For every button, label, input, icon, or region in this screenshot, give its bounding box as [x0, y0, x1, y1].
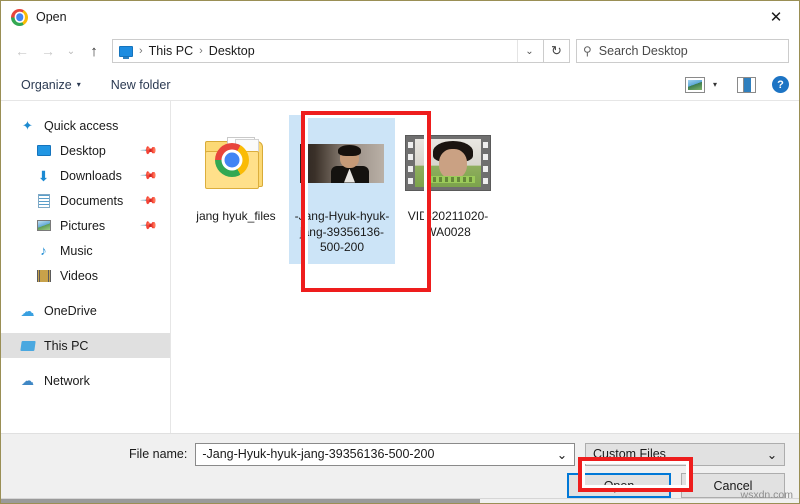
video-icon — [35, 270, 52, 282]
sidebar-item-label: Pictures — [60, 219, 105, 233]
command-bar-right: ▾ ? — [685, 76, 789, 94]
network-icon: ☁ — [19, 374, 36, 387]
sidebar-item-this-pc[interactable]: This PC — [1, 333, 170, 358]
star-icon: ✦ — [19, 119, 36, 132]
search-icon: ⚲ — [583, 44, 592, 58]
file-name-row: File name: -Jang-Hyuk-hyuk-jang-39356136… — [15, 434, 785, 468]
forward-button[interactable]: → — [35, 38, 61, 64]
sidebar-item-label: Quick access — [44, 119, 118, 133]
sidebar-item-network[interactable]: ☁ Network — [1, 368, 170, 393]
sidebar-item-documents[interactable]: Documents 📌 — [1, 188, 170, 213]
sidebar-item-label: OneDrive — [44, 304, 97, 318]
address-bar[interactable]: › This PC › Desktop ⌄ — [112, 39, 544, 63]
download-icon: ⬇ — [35, 169, 52, 183]
file-name-label: VID-20211020-WA0028 — [399, 209, 497, 240]
file-list[interactable]: jang hyuk_files -Jang-Hyuk-hyuk-jang-393… — [171, 101, 799, 433]
new-folder-button[interactable]: New folder — [107, 76, 175, 94]
chrome-icon — [11, 9, 28, 26]
recent-locations-button[interactable]: ⌄ — [61, 38, 81, 64]
sidebar-item-desktop[interactable]: Desktop 📌 — [1, 138, 170, 163]
pin-icon[interactable]: 📌 — [140, 191, 159, 210]
file-name-label: -Jang-Hyuk-hyuk-jang-39356136-500-200 — [293, 209, 391, 256]
file-name-label: jang hyuk_files — [196, 209, 275, 225]
pc-icon — [19, 341, 36, 351]
title-bar: Open ✕ — [1, 1, 799, 33]
back-button[interactable]: ← — [9, 38, 35, 64]
video-thumbnail — [399, 121, 497, 205]
photo-preview-icon — [300, 144, 384, 183]
file-name-value: -Jang-Hyuk-hyuk-jang-39356136-500-200 — [202, 447, 434, 461]
image-thumbnail — [293, 121, 391, 205]
open-file-dialog: Open ✕ ← → ⌄ ↑ › This PC › Desktop ⌄ ↻ ⚲… — [0, 0, 800, 504]
sidebar-item-downloads[interactable]: ⬇ Downloads 📌 — [1, 163, 170, 188]
sidebar-item-label: Network — [44, 374, 90, 388]
new-folder-label: New folder — [111, 78, 171, 92]
list-item[interactable]: jang hyuk_files — [183, 115, 289, 233]
sidebar-item-label: Music — [60, 244, 93, 258]
scrollbar-thumb[interactable] — [1, 499, 480, 503]
file-name-label-text: File name: — [129, 447, 187, 461]
pin-icon[interactable]: 📌 — [140, 216, 159, 235]
breadcrumb-separator: › — [193, 45, 209, 57]
up-button[interactable]: ↑ — [81, 38, 107, 64]
breadcrumb-item-desktop[interactable]: Desktop — [209, 44, 255, 58]
command-bar: Organize ▾ New folder ▾ ? — [1, 69, 799, 101]
open-button[interactable]: Open — [567, 473, 671, 498]
organize-button[interactable]: Organize ▾ — [17, 76, 85, 94]
sidebar-item-quick-access[interactable]: ✦ Quick access — [1, 113, 170, 138]
dialog-buttons: Open Cancel — [15, 468, 785, 498]
navigation-bar: ← → ⌄ ↑ › This PC › Desktop ⌄ ↻ ⚲ Search… — [1, 33, 799, 69]
dialog-footer: File name: -Jang-Hyuk-hyuk-jang-39356136… — [1, 433, 799, 503]
music-icon: ♪ — [35, 244, 52, 257]
sidebar-item-label: Desktop — [60, 144, 106, 158]
sidebar-item-videos[interactable]: Videos — [1, 263, 170, 288]
sidebar-item-label: Documents — [60, 194, 123, 208]
help-icon[interactable]: ? — [772, 76, 789, 93]
pin-icon[interactable]: 📌 — [140, 166, 159, 185]
file-name-input[interactable]: -Jang-Hyuk-hyuk-jang-39356136-500-200 ⌄ — [195, 443, 575, 466]
refresh-icon[interactable]: ↻ — [544, 39, 570, 63]
search-input[interactable]: ⚲ Search Desktop — [576, 39, 789, 63]
chevron-down-icon[interactable]: ▾ — [707, 76, 723, 94]
document-icon — [35, 194, 52, 208]
sidebar-item-onedrive[interactable]: ☁ OneDrive — [1, 298, 170, 323]
view-mode-icon[interactable] — [685, 77, 705, 93]
horizontal-scrollbar[interactable] — [1, 498, 799, 503]
dialog-body: ✦ Quick access Desktop 📌 ⬇ Downloads 📌 D… — [1, 101, 799, 433]
pin-icon[interactable]: 📌 — [140, 141, 159, 160]
sidebar-item-label: Downloads — [60, 169, 122, 183]
chrome-icon — [215, 143, 249, 177]
breadcrumb-item-this-pc[interactable]: This PC — [149, 44, 193, 58]
chevron-down-icon: ⌄ — [762, 447, 782, 462]
window-title: Open — [36, 10, 67, 24]
chevron-down-icon[interactable]: ⌄ — [552, 447, 572, 462]
close-icon[interactable]: ✕ — [753, 1, 799, 33]
folder-icon — [205, 137, 267, 189]
file-grid: jang hyuk_files -Jang-Hyuk-hyuk-jang-393… — [183, 115, 799, 264]
list-item[interactable]: VID-20211020-WA0028 — [395, 115, 501, 248]
folder-thumbnail — [187, 121, 285, 205]
sidebar-item-label: This PC — [44, 339, 88, 353]
sidebar-item-pictures[interactable]: Pictures 📌 — [1, 213, 170, 238]
cloud-icon: ☁ — [19, 304, 36, 318]
preview-pane-icon[interactable] — [737, 77, 756, 93]
navigation-pane: ✦ Quick access Desktop 📌 ⬇ Downloads 📌 D… — [1, 101, 171, 433]
organize-label: Organize — [21, 78, 72, 92]
monitor-icon — [119, 46, 133, 57]
picture-icon — [35, 220, 52, 231]
chevron-down-icon: ▾ — [77, 80, 81, 89]
file-type-value: Custom Files — [593, 447, 666, 461]
file-type-select[interactable]: Custom Files ⌄ — [585, 443, 785, 466]
film-strip-icon — [405, 135, 491, 191]
sidebar-item-music[interactable]: ♪ Music — [1, 238, 170, 263]
chevron-down-icon[interactable]: ⌄ — [517, 40, 541, 62]
monitor-icon — [35, 145, 52, 156]
list-item[interactable]: -Jang-Hyuk-hyuk-jang-39356136-500-200 — [289, 115, 395, 264]
breadcrumb-separator: › — [133, 45, 149, 57]
search-placeholder: Search Desktop — [599, 44, 688, 58]
sidebar-item-label: Videos — [60, 269, 98, 283]
